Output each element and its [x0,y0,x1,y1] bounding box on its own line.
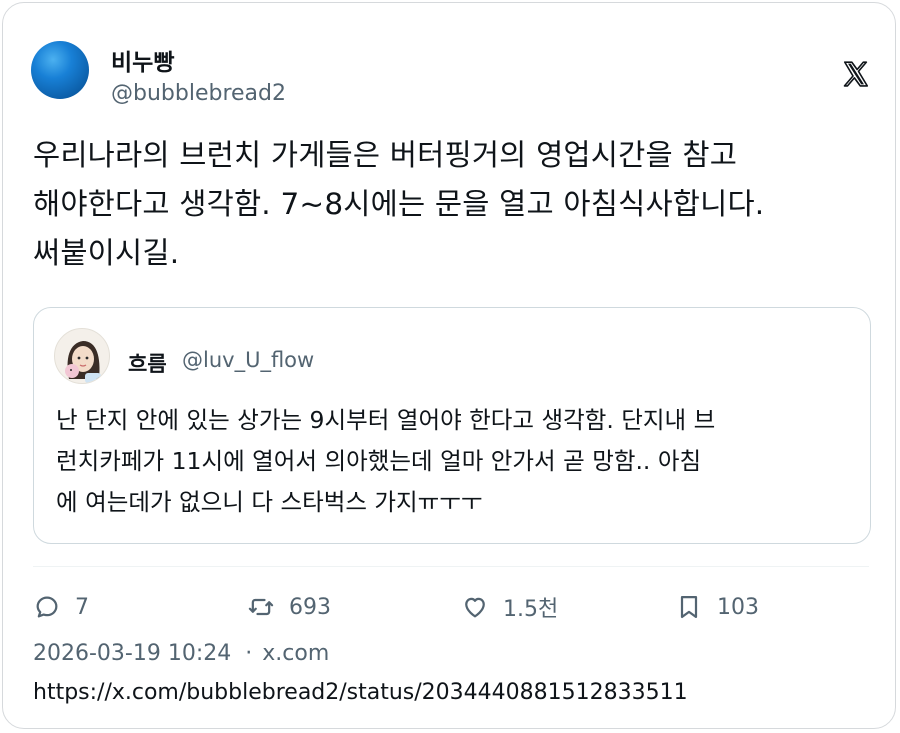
quoted-author-name[interactable]: 흐름 [128,348,167,378]
quoted-text: 난 단지 안에 있는 상가는 9시부터 열어야 한다고 생각함. 단지내 브 런… [56,406,716,516]
repost-count: 693 [289,594,331,620]
post-card: 비누빵 @bubblebread2 우리나라의 브런치 가게들은 버터핑거의 영… [2,2,896,729]
author-avatar[interactable] [31,41,89,99]
divider [33,566,869,567]
like-button[interactable]: 1.5천 [461,591,558,623]
timestamp[interactable]: 2026-03-19 10:24 [33,641,231,666]
bookmark-button[interactable]: 103 [675,591,759,623]
quoted-author-handle[interactable]: @luv_U_flow [182,348,314,372]
repost-icon [248,598,274,616]
bookmark-count: 103 [717,594,759,620]
post-text: 우리나라의 브런치 가게들은 버터핑거의 영업시간을 참고 해야한다고 생각함.… [33,138,765,270]
meta-separator: · [245,641,253,666]
author-name[interactable]: 비누빵 [111,43,174,77]
bookmark-icon [680,595,698,619]
source-link[interactable]: x.com [262,641,329,666]
like-count: 1.5천 [503,597,559,622]
x-logo-icon[interactable] [841,59,871,89]
post-meta: 2026-03-19 10:24 · x.com [33,641,329,666]
quoted-post[interactable]: 흐름 @luv_U_flow 난 단지 안에 있는 상가는 9시부터 열어야 한… [33,307,871,544]
reply-count: 7 [75,594,89,620]
post-url[interactable]: https://x.com/bubblebread2/status/203444… [33,680,688,705]
reply-button[interactable]: 7 [33,591,89,623]
repost-button[interactable]: 693 [247,591,331,623]
heart-icon [465,597,485,618]
reply-icon [36,596,58,618]
quoted-author-avatar[interactable] [54,328,110,384]
author-handle[interactable]: @bubblebread2 [111,81,286,106]
